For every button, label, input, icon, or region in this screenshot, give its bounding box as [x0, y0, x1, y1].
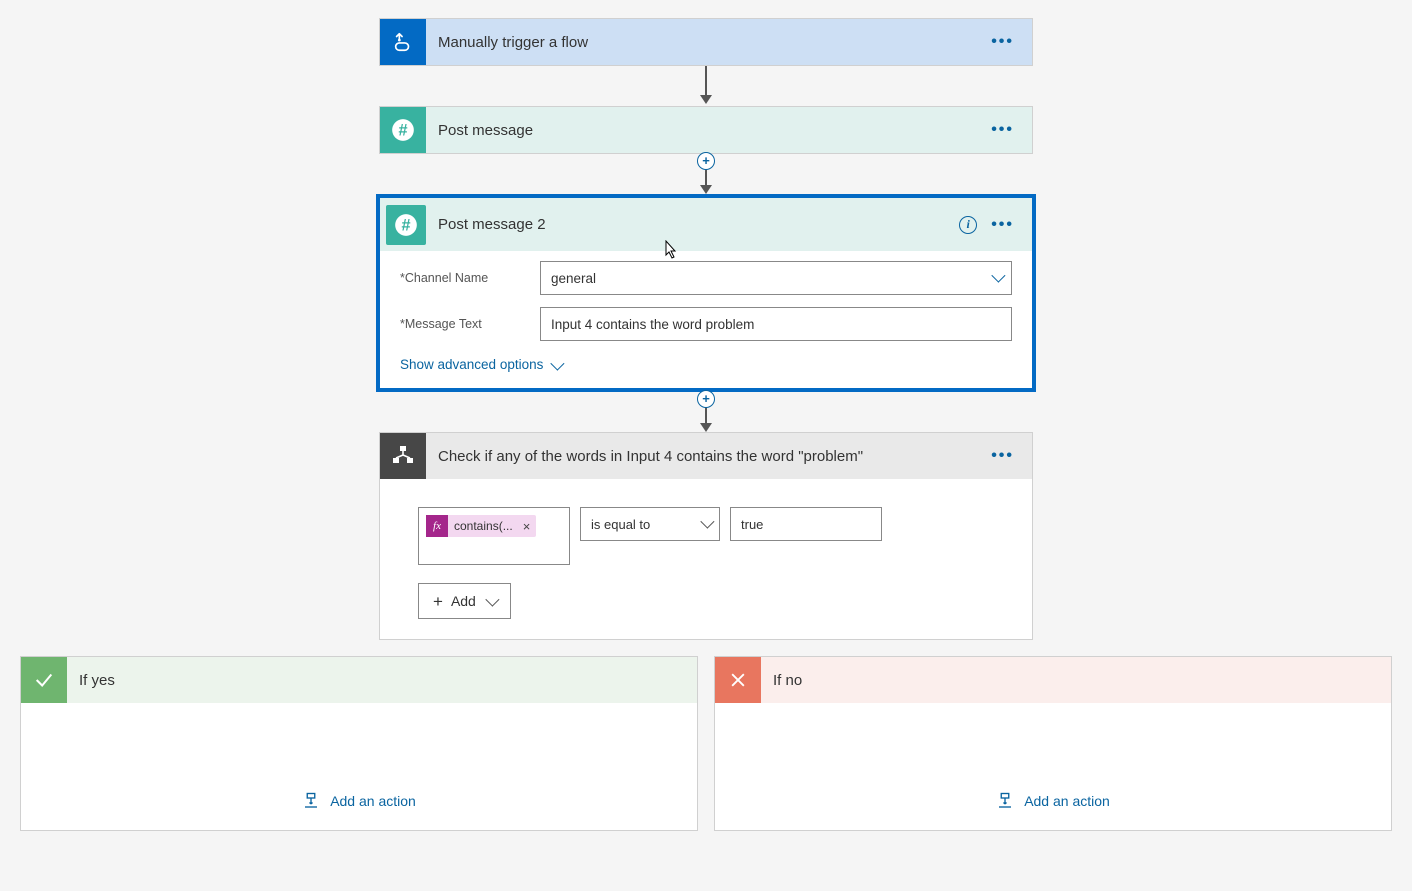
hash-icon: # [386, 205, 426, 245]
post-message-title: Post message [426, 122, 991, 139]
info-icon[interactable]: i [959, 216, 977, 234]
chevron-down-icon [701, 516, 711, 531]
channel-name-value: general [551, 271, 596, 286]
condition-card[interactable]: Check if any of the words in Input 4 con… [379, 432, 1033, 640]
condition-left-operand[interactable]: fx contains(... × [418, 507, 570, 565]
add-action-icon [302, 792, 320, 810]
close-icon [715, 657, 761, 703]
condition-title: Check if any of the words in Input 4 con… [426, 448, 991, 465]
add-action-no[interactable]: Add an action [996, 792, 1110, 810]
check-icon [21, 657, 67, 703]
insert-step-button[interactable]: + [697, 152, 715, 170]
message-text-label: *Message Text [400, 317, 540, 331]
arrow [700, 66, 712, 106]
condition-value: true [741, 517, 763, 532]
trigger-icon [380, 19, 426, 65]
condition-menu[interactable]: ••• [991, 448, 1014, 464]
condition-icon [380, 433, 426, 479]
fx-icon: fx [426, 515, 448, 537]
svg-text:#: # [398, 121, 407, 139]
message-text-input[interactable]: Input 4 contains the word problem [540, 307, 1012, 341]
add-action-icon [996, 792, 1014, 810]
if-yes-title: If yes [67, 672, 115, 689]
add-condition-button[interactable]: + Add [418, 583, 511, 619]
channel-name-label: *Channel Name [400, 271, 540, 285]
trigger-title: Manually trigger a flow [426, 34, 991, 51]
chevron-down-icon [485, 593, 499, 607]
svg-text:#: # [401, 216, 410, 234]
post-message-card[interactable]: # Post message ••• [379, 106, 1033, 154]
plus-icon: + [433, 593, 443, 610]
arrow-plus: + [700, 392, 712, 432]
condition-right-operand[interactable]: true [730, 507, 882, 541]
post-message-2-card[interactable]: # Post message 2 i ••• *Channel Name gen… [376, 194, 1036, 392]
fx-label: contains(... [454, 519, 513, 533]
arrow-plus: + [700, 154, 712, 194]
insert-step-button[interactable]: + [697, 390, 715, 408]
post-message-menu[interactable]: ••• [991, 122, 1014, 138]
chevron-down-icon [551, 356, 565, 370]
if-no-title: If no [761, 672, 802, 689]
condition-operator-value: is equal to [591, 517, 650, 532]
chevron-down-icon [992, 269, 1002, 285]
if-yes-branch[interactable]: If yes Add an action [20, 656, 698, 831]
fx-token[interactable]: fx contains(... × [426, 515, 536, 537]
message-text-value: Input 4 contains the word problem [551, 317, 754, 332]
add-action-yes[interactable]: Add an action [302, 792, 416, 810]
remove-token-icon[interactable]: × [523, 519, 531, 534]
hash-icon: # [380, 107, 426, 153]
trigger-card[interactable]: Manually trigger a flow ••• [379, 18, 1033, 66]
channel-name-select[interactable]: general [540, 261, 1012, 295]
post-message-2-menu[interactable]: ••• [991, 217, 1014, 233]
if-no-branch[interactable]: If no Add an action [714, 656, 1392, 831]
trigger-menu[interactable]: ••• [991, 34, 1014, 50]
post-message-2-title: Post message 2 [426, 216, 959, 233]
condition-operator-select[interactable]: is equal to [580, 507, 720, 541]
show-advanced-options[interactable]: Show advanced options [400, 357, 561, 372]
